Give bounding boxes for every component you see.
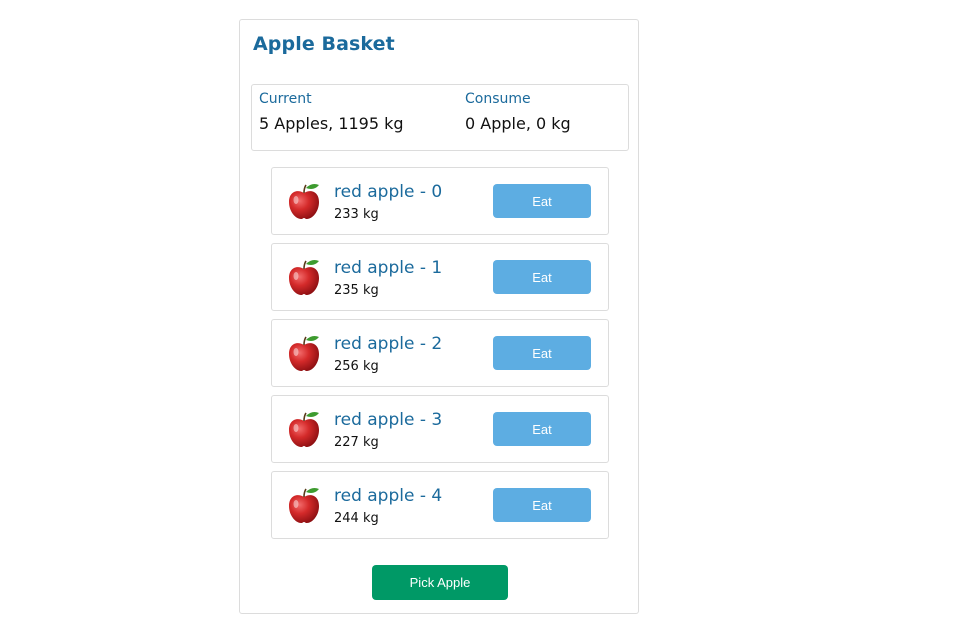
apple-name: red apple - 4 (334, 486, 443, 506)
apple-list-item: red apple - 4 244 kg Eat (271, 471, 609, 539)
apple-icon (289, 412, 319, 447)
apple-weight: 227 kg (334, 435, 379, 450)
apple-icon (289, 260, 319, 295)
apple-name: red apple - 3 (334, 410, 443, 430)
apple-weight: 233 kg (334, 207, 379, 222)
apple-name: red apple - 2 (334, 334, 443, 354)
eat-button[interactable]: Eat (493, 260, 591, 294)
apple-list-item: red apple - 0 233 kg Eat (271, 167, 609, 235)
consume-label: Consume (465, 91, 531, 107)
apple-weight: 256 kg (334, 359, 379, 374)
page-title: Apple Basket (253, 33, 395, 55)
eat-button[interactable]: Eat (493, 488, 591, 522)
eat-button[interactable]: Eat (493, 412, 591, 446)
apple-basket-panel: Apple Basket Current 5 Apples, 1195 kg C… (239, 19, 639, 614)
pick-apple-button[interactable]: Pick Apple (372, 565, 508, 600)
apple-weight: 244 kg (334, 511, 379, 526)
stats-panel: Current 5 Apples, 1195 kg Consume 0 Appl… (251, 84, 629, 151)
apple-list: red apple - 0 233 kg Eat red apple - 1 2… (271, 167, 609, 547)
consume-stat: Consume 0 Apple, 0 kg (465, 90, 571, 134)
apple-icon (289, 488, 319, 523)
apple-list-item: red apple - 3 227 kg Eat (271, 395, 609, 463)
apple-weight: 235 kg (334, 283, 379, 298)
current-label: Current (259, 91, 312, 107)
apple-icon (289, 184, 319, 219)
apple-icon (289, 336, 319, 371)
apple-list-item: red apple - 1 235 kg Eat (271, 243, 609, 311)
current-value: 5 Apples, 1195 kg (259, 114, 404, 133)
current-stat: Current 5 Apples, 1195 kg (259, 90, 404, 134)
eat-button[interactable]: Eat (493, 336, 591, 370)
apple-name: red apple - 0 (334, 182, 443, 202)
consume-value: 0 Apple, 0 kg (465, 114, 571, 133)
apple-list-item: red apple - 2 256 kg Eat (271, 319, 609, 387)
apple-name: red apple - 1 (334, 258, 443, 278)
eat-button[interactable]: Eat (493, 184, 591, 218)
